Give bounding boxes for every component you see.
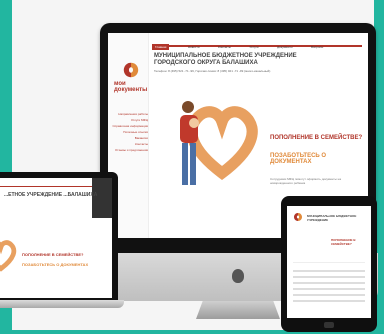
banner-note: Сотрудники МФЦ помогут оформить документ… bbox=[270, 177, 341, 185]
banner-heading: ПОПОЛНЕНИЕ В СЕМЕЙСТВЕ? bbox=[270, 135, 363, 141]
tablet-home-button[interactable] bbox=[324, 322, 334, 328]
woman-with-baby-photo bbox=[180, 101, 199, 185]
nav-item[interactable]: Документы bbox=[277, 45, 292, 49]
tablet-banner[interactable]: ПОПОЛНЕНИЕ В СЕМЕЙСТВЕ? bbox=[293, 232, 365, 263]
tablet-device: МУНИЦИПАЛЬНОЕ БЮДЖЕТНОЕ УЧРЕЖДЕНИЕ ПОПОЛ… bbox=[281, 196, 377, 332]
site-title-line: МУНИЦИПАЛЬНОЕ БЮДЖЕТНОЕ УЧРЕЖДЕНИЕ bbox=[154, 53, 297, 59]
text-line bbox=[293, 288, 365, 290]
nav-item[interactable]: Услуги bbox=[249, 45, 258, 49]
text-line bbox=[293, 294, 365, 296]
apple-logo-icon bbox=[232, 269, 244, 283]
contact-info: Телефон: 8 (495) 521 -71 -99, Горячая ли… bbox=[154, 69, 271, 73]
nav-item[interactable]: Вопросы bbox=[311, 45, 323, 49]
text-line bbox=[293, 282, 365, 284]
laptop-bezel: ...ЕТНОЕ УЧРЕЖДЕНИЕ ...БАЛАШИХА ПОПОЛНЕН… bbox=[0, 172, 118, 300]
nav-item-home[interactable]: Главная bbox=[152, 44, 170, 50]
laptop-banner-subheading: ПОЗАБОТЬТЕСЬ О ДОКУМЕНТАХ bbox=[22, 262, 89, 267]
heart-graphic bbox=[0, 240, 17, 272]
tablet-screen: МУНИЦИПАЛЬНОЕ БЮДЖЕТНОЕ УЧРЕЖДЕНИЕ ПОПОЛ… bbox=[287, 206, 371, 318]
banner-subheading: ПОЗАБОТЬТЕСЬ О ДОКУМЕНТАХ bbox=[270, 153, 327, 165]
sidebar-links: Направления работы Услуги МФЦ Справочная… bbox=[110, 111, 148, 153]
laptop-device: ...ЕТНОЕ УЧРЕЖДЕНИЕ ...БАЛАШИХА ПОПОЛНЕН… bbox=[0, 172, 124, 312]
imac-stand bbox=[196, 301, 280, 319]
tablet-banner-heading: ПОПОЛНЕНИЕ В СЕМЕЙСТВЕ? bbox=[331, 238, 356, 246]
hero-banner[interactable]: ПОПОЛНЕНИЕ В СЕМЕЙСТВЕ? ПОЗАБОТЬТЕСЬ О Д… bbox=[154, 91, 364, 201]
text-line bbox=[293, 270, 365, 272]
text-line bbox=[293, 300, 365, 302]
nav-item[interactable]: Новости bbox=[188, 45, 200, 49]
laptop-dark-panel bbox=[92, 178, 112, 218]
sidebar-link[interactable]: Отзывы и предложения bbox=[110, 147, 148, 153]
laptop-site-title: ...ЕТНОЕ УЧРЕЖДЕНИЕ ...БАЛАШИХА bbox=[4, 192, 98, 198]
text-line bbox=[293, 276, 365, 278]
laptop-banner-heading: ПОПОЛНЕНИЕ В СЕМЕЙСТВЕ? bbox=[22, 252, 84, 257]
logo-icon bbox=[294, 213, 302, 221]
logo-icon bbox=[123, 62, 139, 78]
site-title-line: ГОРОДСКОГО ОКРУГА БАЛАШИХА bbox=[154, 60, 258, 66]
top-navigation: Главная Новости Контакты Услуги Документ… bbox=[152, 35, 362, 50]
scene: мои документы Направления работы Услуги … bbox=[0, 0, 384, 334]
logo-text: мои документы bbox=[114, 81, 148, 93]
nav-item[interactable]: Контакты bbox=[218, 45, 231, 49]
laptop-base bbox=[0, 300, 124, 308]
tablet-site-title: МУНИЦИПАЛЬНОЕ БЮДЖЕТНОЕ УЧРЕЖДЕНИЕ bbox=[307, 214, 357, 222]
tablet-text-block bbox=[293, 270, 365, 306]
site-title: МУНИЦИПАЛЬНОЕ БЮДЖЕТНОЕ УЧРЕЖДЕНИЕ ГОРОД… bbox=[154, 53, 354, 67]
laptop-screen: ...ЕТНОЕ УЧРЕЖДЕНИЕ ...БАЛАШИХА ПОПОЛНЕН… bbox=[0, 178, 112, 298]
